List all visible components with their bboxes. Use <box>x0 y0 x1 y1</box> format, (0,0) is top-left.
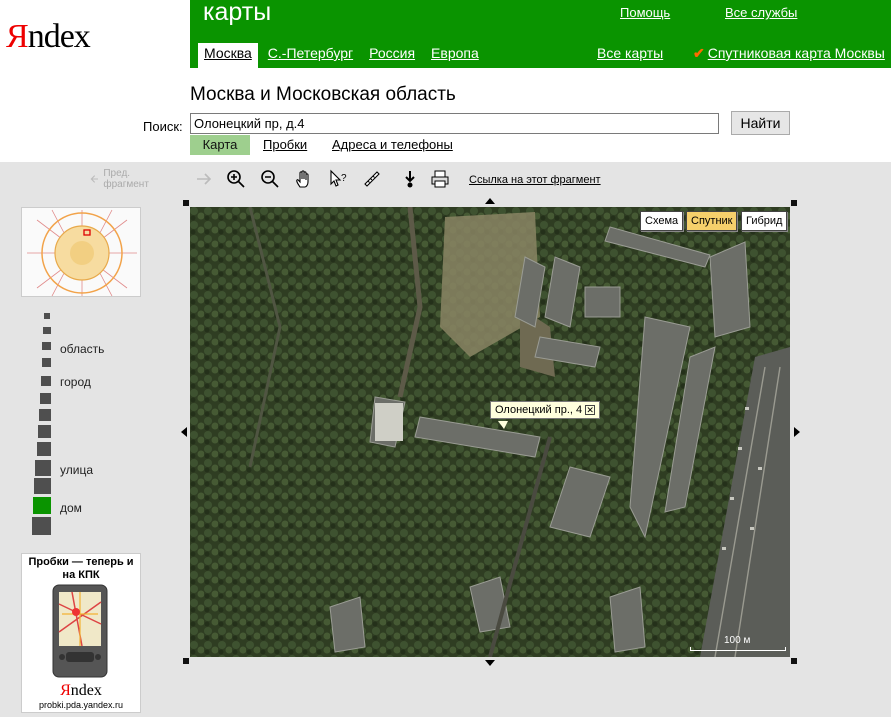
zoom-step[interactable] <box>41 376 51 386</box>
satellite-map-link[interactable]: Спутниковая карта Москвы <box>708 45 885 61</box>
pan-up-arrow-icon[interactable] <box>485 198 495 204</box>
search-input[interactable] <box>190 113 719 134</box>
pan-ne-corner-icon[interactable] <box>791 200 797 206</box>
ad-logo-first: Я <box>60 682 71 699</box>
overview-minimap[interactable] <box>21 207 141 297</box>
scale-bar <box>690 647 786 651</box>
svg-text:?: ? <box>341 173 347 184</box>
satellite-map[interactable]: Схема Спутник Гибрид Олонецкий пр., 4 ✕ 1… <box>190 207 790 657</box>
balloon-text: Олонецкий пр., 4 <box>495 404 583 416</box>
pan-sw-corner-icon[interactable] <box>183 658 189 664</box>
pan-nw-corner-icon[interactable] <box>183 200 189 206</box>
mode-tab-addresses[interactable]: Адреса и телефоны <box>320 135 465 155</box>
header: Яndex карты Помощь Все службы Москва С.-… <box>0 0 891 162</box>
zoom-step-current[interactable] <box>33 497 51 514</box>
ruler-icon[interactable] <box>362 169 382 189</box>
zoom-out-icon[interactable] <box>260 169 280 189</box>
mode-tab-traffic[interactable]: Пробки <box>251 135 319 155</box>
satellite-map-container: ✔ Спутниковая карта Москвы <box>693 45 885 62</box>
map-type-hybrid[interactable]: Гибрид <box>741 211 788 231</box>
zoom-step[interactable] <box>42 358 51 367</box>
search-label: Поиск: <box>143 119 183 134</box>
yandex-logo[interactable]: Яndex <box>6 18 91 56</box>
zoom-label-house[interactable]: дом <box>60 501 82 515</box>
pan-left-arrow-icon[interactable] <box>181 427 187 437</box>
ad-yandex-logo: Яndex <box>22 682 140 700</box>
tab-spb[interactable]: С.-Петербург <box>262 43 359 67</box>
map-type-scheme[interactable]: Схема <box>640 211 684 231</box>
region-title: Москва и Московская область <box>190 84 456 105</box>
hand-icon[interactable] <box>294 169 314 189</box>
link-to-fragment[interactable]: Ссылка на этот фрагмент <box>469 174 601 186</box>
pan-right-arrow-icon[interactable] <box>794 427 800 437</box>
zoom-step[interactable] <box>43 327 51 334</box>
zoom-step[interactable] <box>37 442 51 456</box>
region-tabs: Москва С.-Петербург Россия Европа <box>198 43 489 68</box>
close-icon[interactable]: ✕ <box>585 405 596 415</box>
service-title: карты <box>203 0 272 26</box>
zoom-step[interactable] <box>40 393 51 404</box>
satellite-imagery <box>190 207 790 657</box>
prev-fragment-label: Пред. фрагмент <box>103 168 149 190</box>
find-button[interactable]: Найти <box>731 111 790 135</box>
tab-russia[interactable]: Россия <box>363 43 421 67</box>
ad-logo-rest: ndex <box>70 682 102 699</box>
tab-moscow[interactable]: Москва <box>198 43 258 68</box>
tab-europe[interactable]: Европа <box>425 43 485 67</box>
zoom-label-street[interactable]: улица <box>60 463 93 477</box>
zoom-label-city[interactable]: город <box>60 375 91 389</box>
address-balloon: Олонецкий пр., 4 ✕ <box>490 401 601 419</box>
logo-first-letter: Я <box>6 18 29 55</box>
ad-title: Пробки — теперь и на КПК <box>28 556 134 581</box>
help-link[interactable]: Помощь <box>620 5 670 20</box>
zoom-label-region[interactable]: область <box>60 342 104 356</box>
ad-url: probki.pda.yandex.ru <box>38 700 124 710</box>
prev-fragment-button[interactable]: Пред. фрагмент <box>90 168 154 190</box>
forward-arrow-icon[interactable] <box>194 169 214 189</box>
zoom-step[interactable] <box>32 517 51 535</box>
zoom-step[interactable] <box>39 409 51 421</box>
pda-device-icon <box>52 584 108 678</box>
map-type-satellite[interactable]: Спутник <box>686 211 738 231</box>
map-scale: 100 м <box>690 635 786 651</box>
all-maps-link[interactable]: Все карты <box>597 45 663 61</box>
zoom-in-icon[interactable] <box>226 169 246 189</box>
all-services-link[interactable]: Все службы <box>725 5 797 20</box>
back-arrow-icon <box>90 175 99 183</box>
pan-down-arrow-icon[interactable] <box>485 660 495 666</box>
zoom-step[interactable] <box>44 313 50 319</box>
checkmark-icon: ✔ <box>693 45 705 61</box>
download-icon[interactable] <box>400 169 420 189</box>
zoom-step[interactable] <box>38 425 51 438</box>
zoom-step[interactable] <box>42 342 51 350</box>
logo-rest: ndex <box>27 18 91 55</box>
print-icon[interactable] <box>430 169 450 189</box>
scale-label: 100 м <box>724 635 751 646</box>
info-cursor-icon[interactable]: ? <box>328 169 348 189</box>
zoom-step[interactable] <box>34 478 51 494</box>
minimap-graphic <box>22 208 140 296</box>
zoom-step[interactable] <box>35 460 51 476</box>
balloon-pointer <box>498 421 508 429</box>
pan-se-corner-icon[interactable] <box>791 658 797 664</box>
mode-tab-map[interactable]: Карта <box>190 135 250 155</box>
traffic-pda-ad[interactable]: Пробки — теперь и на КПК Яndex probki.pd… <box>21 553 141 713</box>
